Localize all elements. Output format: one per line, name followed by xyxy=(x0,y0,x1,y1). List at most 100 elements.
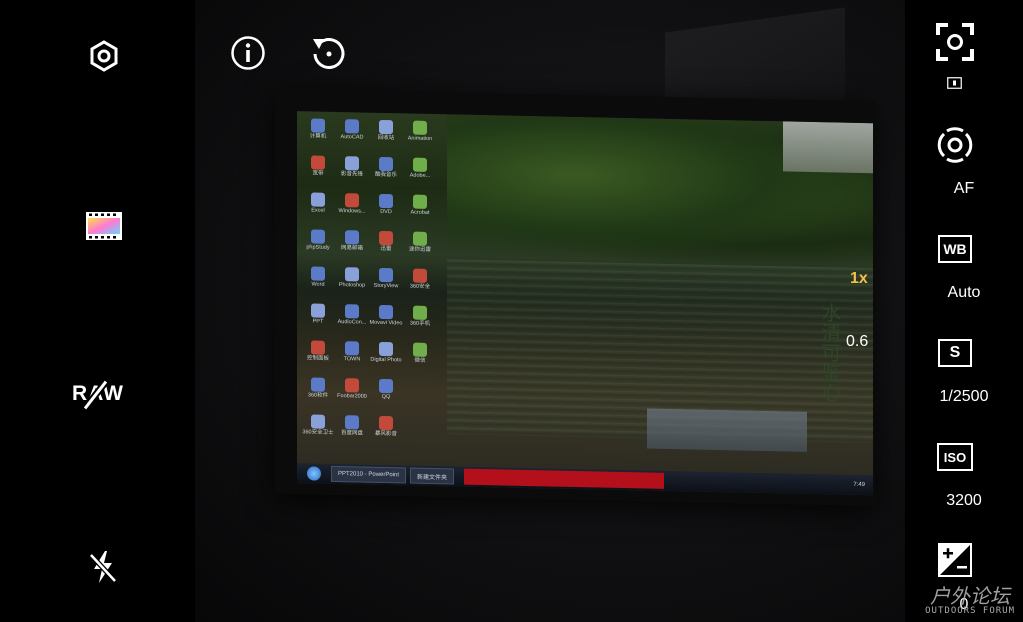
desktop-icon-label: StoryView xyxy=(373,282,399,290)
desktop-icon: 微信 xyxy=(403,339,437,377)
desktop-app-icon xyxy=(413,268,427,283)
wallpaper-reflection xyxy=(647,408,807,452)
camera-viewfinder[interactable]: 水清可鉴心 计算机 AutoCAD 回收站 Animation 宽带 影音先锋 酷我音乐 Ad… xyxy=(195,0,905,622)
desktop-app-icon xyxy=(311,155,325,170)
metering-sub-indicator xyxy=(946,76,962,90)
desktop-taskbar: PPT2010 - PowerPoint 新建文件夹 7:49 xyxy=(297,463,873,496)
white-balance-button[interactable]: WB xyxy=(935,232,975,266)
desktop-app-icon xyxy=(379,267,393,283)
settings-button[interactable] xyxy=(86,38,122,74)
desktop-icon: 360手机 xyxy=(403,302,437,340)
desktop-icon-label: DVD xyxy=(380,208,392,216)
desktop-icon-label: Excel xyxy=(311,207,325,214)
desktop-icon-label: 360安全 xyxy=(409,283,431,290)
desktop-icon-label: 百度网盘 xyxy=(340,430,363,437)
desktop-icon: Adobe... xyxy=(403,154,437,192)
desktop-icon: 迷你迅雷 xyxy=(403,228,437,266)
taskbar-red-window xyxy=(464,468,665,489)
desktop-icon-label: AutoCAD xyxy=(340,134,364,141)
focus-mode-label: AF xyxy=(953,180,975,197)
shutter-speed-button[interactable]: S xyxy=(935,336,975,370)
desktop-app-icon xyxy=(413,120,427,135)
top-overlay-controls xyxy=(225,30,352,76)
wb-icon: WB xyxy=(938,235,972,263)
desktop-app-icon xyxy=(311,266,325,281)
desktop-icon: Animation xyxy=(403,117,437,155)
desktop-icon-label: Foobar2000 xyxy=(337,393,367,400)
desktop-icon-label: Movavi Video xyxy=(369,319,403,327)
desktop-icon-grid: 计算机 AutoCAD 回收站 Animation 宽带 影音先锋 酷我音乐 Adobe...… xyxy=(301,115,437,451)
taskbar-button: PPT2010 - PowerPoint xyxy=(331,465,407,484)
desktop-icon: AutoCAD xyxy=(335,116,369,154)
zoom-06-button[interactable]: 0.6 xyxy=(846,333,868,351)
desktop-icon: 酷我音乐 xyxy=(369,154,403,192)
focus-mode-button[interactable] xyxy=(935,125,975,165)
iso-icon: ISO xyxy=(937,443,973,471)
white-balance-label: Auto xyxy=(947,284,981,301)
desktop-icon: Foobar2000 xyxy=(335,375,369,413)
desktop-app-icon xyxy=(345,230,359,245)
desktop-icon-label: TOWN xyxy=(343,356,361,363)
desktop-app-icon xyxy=(413,231,427,246)
desktop-app-icon xyxy=(413,342,427,357)
desktop-icon: Photoshop xyxy=(335,264,369,302)
desktop-icon: Windows... xyxy=(335,190,369,228)
desktop-icon-label: Acrobat xyxy=(410,209,430,216)
filter-button[interactable] xyxy=(84,208,124,244)
desktop-icon-label: phpStudy xyxy=(306,244,330,251)
zoom-1x-button[interactable]: 1x xyxy=(850,270,868,288)
start-orb-icon xyxy=(307,466,321,481)
desktop-icon: 宽带 xyxy=(301,152,335,190)
exposure-compensation-button[interactable] xyxy=(935,542,975,578)
desktop-icon-label: Photoshop xyxy=(338,282,366,289)
desktop-app-icon xyxy=(413,305,427,320)
desktop-icon: Excel xyxy=(301,189,335,227)
desktop-icon: 360安全 xyxy=(403,265,437,303)
desktop-icon: AudioCon... xyxy=(335,301,369,339)
desktop-app-icon xyxy=(379,378,393,394)
desktop-icon: 百度网盘 xyxy=(335,412,369,450)
right-control-bar xyxy=(905,0,1023,622)
flash-button[interactable] xyxy=(86,548,120,586)
desktop-icon-label: Adobe... xyxy=(409,172,431,179)
desktop-app-icon xyxy=(311,118,325,133)
desktop-icon: Digital Photo xyxy=(369,339,403,377)
desktop-app-icon xyxy=(345,193,359,208)
taskbar-button: 新建文件夹 xyxy=(410,467,455,485)
desktop-app-icon xyxy=(311,377,325,392)
desktop-app-icon xyxy=(311,303,325,318)
desktop-app-icon xyxy=(345,119,359,134)
desktop-app-icon xyxy=(379,304,393,320)
desktop-app-icon xyxy=(345,378,359,393)
raw-toggle[interactable]: RAW xyxy=(72,380,124,410)
desktop-app-icon xyxy=(345,415,359,430)
info-button[interactable] xyxy=(225,30,271,76)
desktop-icon: Acrobat xyxy=(403,191,437,229)
metering-button[interactable] xyxy=(935,22,975,62)
desktop-app-icon xyxy=(379,230,393,246)
desktop-app-icon xyxy=(345,156,359,171)
desktop-icon xyxy=(403,413,437,451)
desktop-icon-label: 迷你迅雷 xyxy=(408,246,431,253)
desktop-icon-label: 微信 xyxy=(414,357,426,364)
desktop-icon-label: PPT xyxy=(312,318,324,325)
reset-button[interactable] xyxy=(306,30,352,76)
desktop-icon-label: 影音先锋 xyxy=(340,171,363,178)
desktop-icon: Word xyxy=(301,263,335,301)
desktop-app-icon xyxy=(379,415,393,431)
desktop-icon-label: 回收站 xyxy=(377,134,395,142)
center-weighted-icon xyxy=(946,77,962,89)
desktop-icon-label: Windows... xyxy=(338,208,366,215)
desktop-icon: 回收站 xyxy=(369,117,403,155)
desktop-icon-label: 宽带 xyxy=(312,170,324,177)
desktop-icon xyxy=(403,376,437,414)
iso-button[interactable]: ISO xyxy=(935,440,975,474)
desktop-app-icon xyxy=(379,341,393,357)
forum-watermark: 户外论坛 OUTDOORS FORUM xyxy=(925,586,1015,616)
desktop-app-icon xyxy=(379,119,393,135)
desktop-icon: StoryView xyxy=(369,265,403,303)
desktop-app-icon xyxy=(311,414,325,429)
info-icon xyxy=(231,36,265,70)
taskbar-clock: 7:49 xyxy=(853,481,865,489)
desktop-app-icon xyxy=(345,341,359,356)
